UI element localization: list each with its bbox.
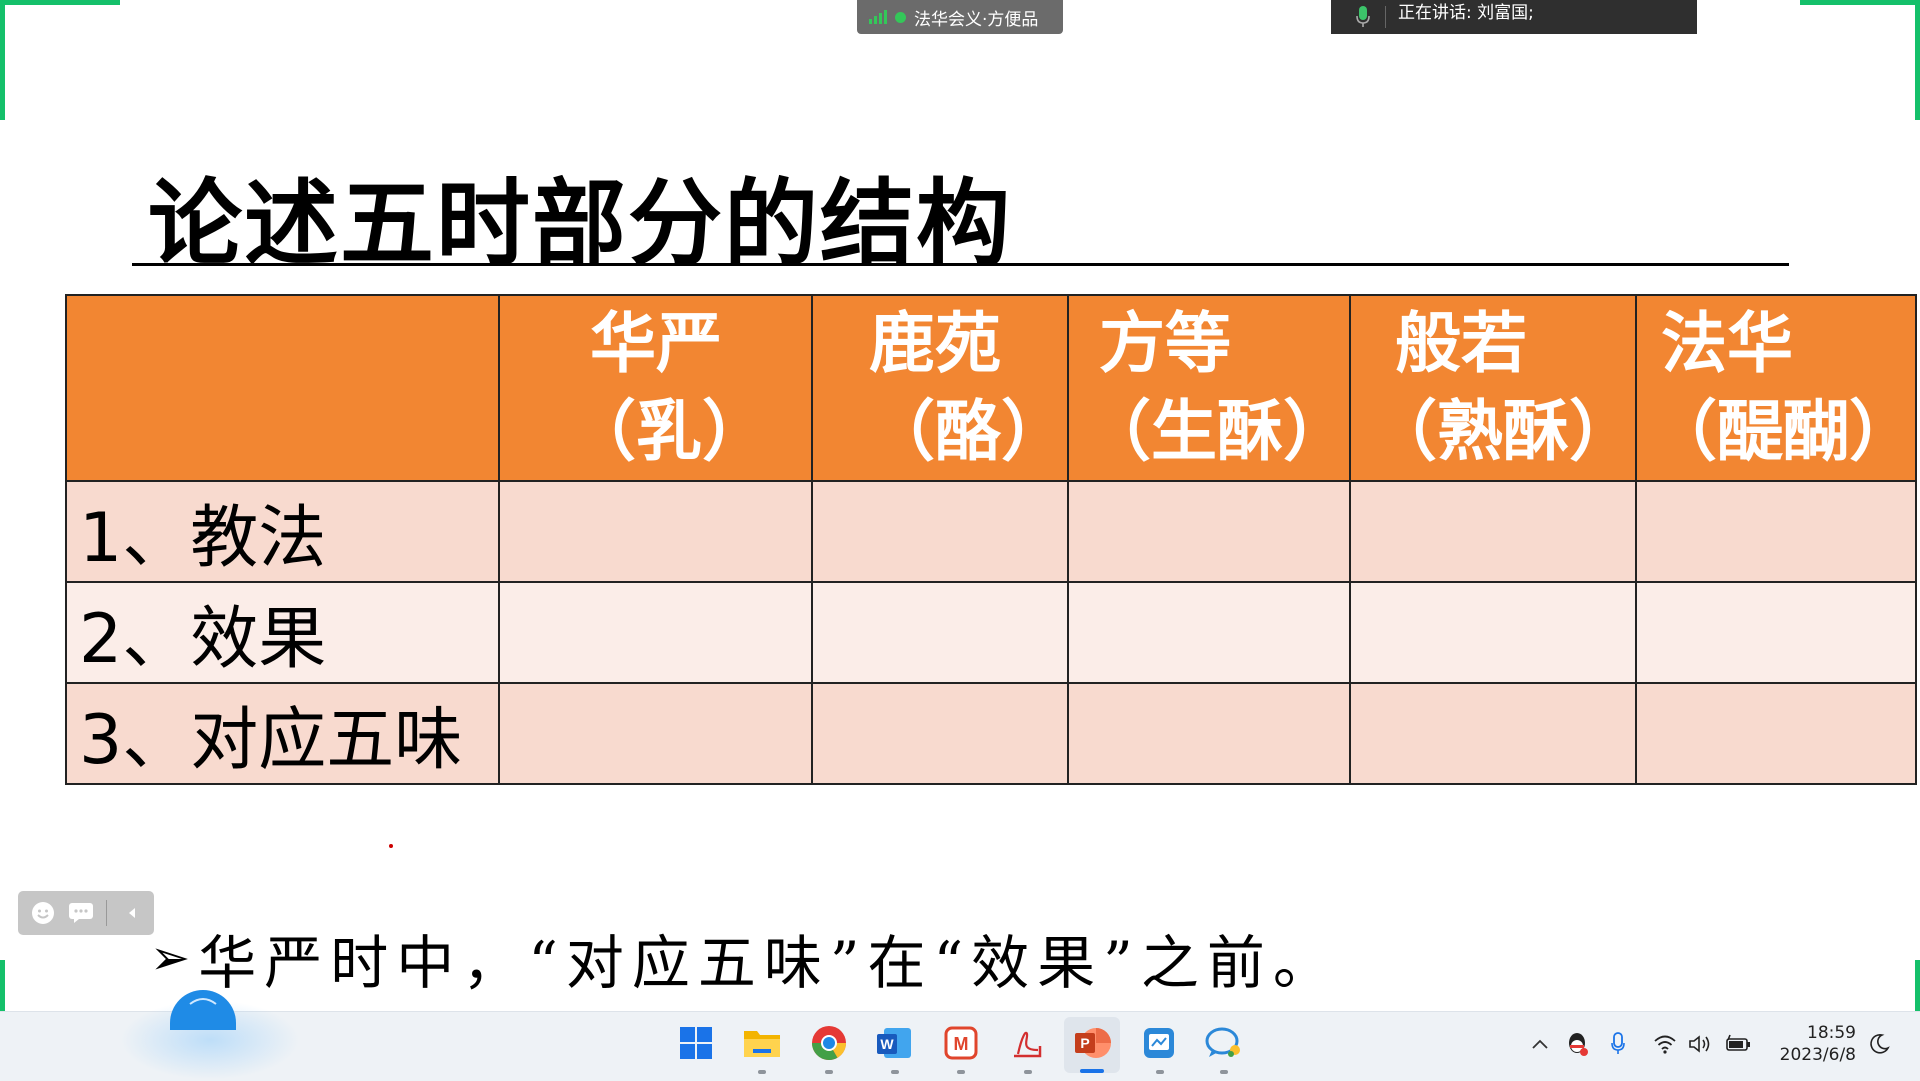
row-label-effect: 2、效果 <box>65 581 500 684</box>
meeting-title: 法华会义·方便品 <box>914 9 1039 30</box>
header-taste: （醍醐） <box>1651 393 1915 470</box>
table-cell <box>1349 480 1637 583</box>
header-name: 法华 <box>1661 305 1793 382</box>
table-cell <box>498 480 813 583</box>
table-cell <box>1635 480 1917 583</box>
system-clock[interactable]: 18:59 2023/6/8 <box>1770 1022 1856 1066</box>
header-cell-luyuan: 鹿苑 （酪） <box>811 294 1069 482</box>
header-taste: （熟酥） <box>1371 393 1635 470</box>
table-cell <box>1349 682 1637 785</box>
header-taste: （乳） <box>570 393 768 470</box>
running-indicator <box>1220 1070 1228 1074</box>
file-explorer-icon[interactable] <box>741 1022 783 1064</box>
five-periods-table: 华严 （乳） 鹿苑 （酪） 方等 （生酥） 般若 （熟酥） 法华 （醍醐） 1、… <box>65 294 1917 785</box>
header-corner-cell <box>65 294 500 482</box>
emoji-icon[interactable] <box>30 900 56 926</box>
table-row: 3、对应五味 <box>65 682 1917 785</box>
header-taste: （酪） <box>869 393 1067 470</box>
running-indicator <box>891 1070 899 1074</box>
table-cell <box>1067 480 1351 583</box>
meeting-title-pill[interactable]: 法华会义·方便品 <box>857 0 1063 34</box>
signal-strength-icon <box>869 10 887 24</box>
table-cell <box>1635 682 1917 785</box>
frame-corner-top-left-v <box>0 0 5 120</box>
bullet-point: ➢ 华严时中，“对应五味”在“效果”之前。 <box>150 916 1339 1000</box>
table-cell <box>1067 682 1351 785</box>
table-cell <box>498 581 813 684</box>
running-indicator <box>758 1070 766 1074</box>
floating-toolbar[interactable] <box>18 891 154 935</box>
running-indicator <box>825 1070 833 1074</box>
word-icon[interactable]: W <box>873 1022 915 1064</box>
header-name: 华严 <box>590 305 722 382</box>
divider <box>106 900 107 926</box>
header-name: 般若 <box>1395 305 1527 382</box>
table-cell <box>1635 581 1917 684</box>
svg-text:M: M <box>954 1034 969 1054</box>
active-speaker-bar: 正在讲话: 刘富国; <box>1331 0 1697 34</box>
frame-corner-top-right <box>1800 0 1920 5</box>
header-cell-huayan: 华严 （乳） <box>498 294 813 482</box>
start-icon[interactable] <box>675 1022 717 1064</box>
collapse-arrow-icon[interactable] <box>119 900 145 926</box>
battery-icon[interactable] <box>1722 1029 1754 1059</box>
title-underline <box>132 263 1789 266</box>
row-label-teaching: 1、教法 <box>65 480 500 583</box>
show-hidden-icons-icon[interactable] <box>1528 1029 1552 1059</box>
frame-corner-top-right-v <box>1915 0 1920 120</box>
pdf-reader-icon[interactable] <box>1006 1022 1048 1064</box>
chat-bubble-icon[interactable] <box>68 900 94 926</box>
laser-pointer-dot <box>389 844 393 848</box>
running-indicator <box>1156 1070 1164 1074</box>
header-name: 鹿苑 <box>869 305 1001 382</box>
microphone-icon <box>1351 4 1375 30</box>
divider <box>1385 6 1386 28</box>
frame-corner-top-left <box>0 0 120 5</box>
focus-moon-icon[interactable] <box>1864 1029 1894 1059</box>
table-cell <box>811 682 1069 785</box>
chat-app-icon[interactable] <box>1202 1022 1244 1064</box>
table-cell <box>498 682 813 785</box>
whiteboard-icon[interactable] <box>1138 1022 1180 1064</box>
wifi-icon[interactable] <box>1650 1029 1680 1059</box>
svg-text:W: W <box>880 1036 894 1052</box>
powerpoint-icon[interactable]: P <box>1072 1022 1114 1064</box>
clock-time: 18:59 <box>1807 1023 1856 1043</box>
connection-status-icon <box>895 11 906 23</box>
header-taste: （生酥） <box>1085 393 1349 470</box>
table-cell <box>1067 581 1351 684</box>
table-cell <box>811 480 1069 583</box>
chrome-icon[interactable] <box>808 1022 850 1064</box>
running-indicator <box>957 1070 965 1074</box>
clock-date: 2023/6/8 <box>1779 1045 1856 1065</box>
running-indicator <box>1024 1070 1032 1074</box>
table-row: 1、教法 <box>65 480 1917 583</box>
svg-text:P: P <box>1080 1035 1089 1051</box>
active-indicator <box>1080 1069 1104 1073</box>
table-row: 2、效果 <box>65 581 1917 684</box>
bullet-arrow-icon: ➢ <box>150 930 191 986</box>
speaking-label: 正在讲话: 刘富国; <box>1398 2 1534 23</box>
qq-icon[interactable] <box>1562 1029 1592 1059</box>
header-cell-bore: 般若 （熟酥） <box>1349 294 1637 482</box>
header-cell-fangdeng: 方等 （生酥） <box>1067 294 1351 482</box>
bullet-text: 华严时中，“对应五味”在“效果”之前。 <box>198 929 1339 997</box>
header-name: 方等 <box>1099 305 1231 382</box>
header-cell-fahua: 法华 （醍醐） <box>1635 294 1917 482</box>
table-cell <box>811 581 1069 684</box>
row-label-five-flavors: 3、对应五味 <box>65 682 500 785</box>
table-cell <box>1349 581 1637 684</box>
table-header-row: 华严 （乳） 鹿苑 （酪） 方等 （生酥） 般若 （熟酥） 法华 （醍醐） <box>65 294 1917 482</box>
volume-icon[interactable] <box>1686 1029 1716 1059</box>
mindmaster-icon[interactable]: M <box>940 1022 982 1064</box>
microphone-icon[interactable] <box>1604 1029 1632 1059</box>
